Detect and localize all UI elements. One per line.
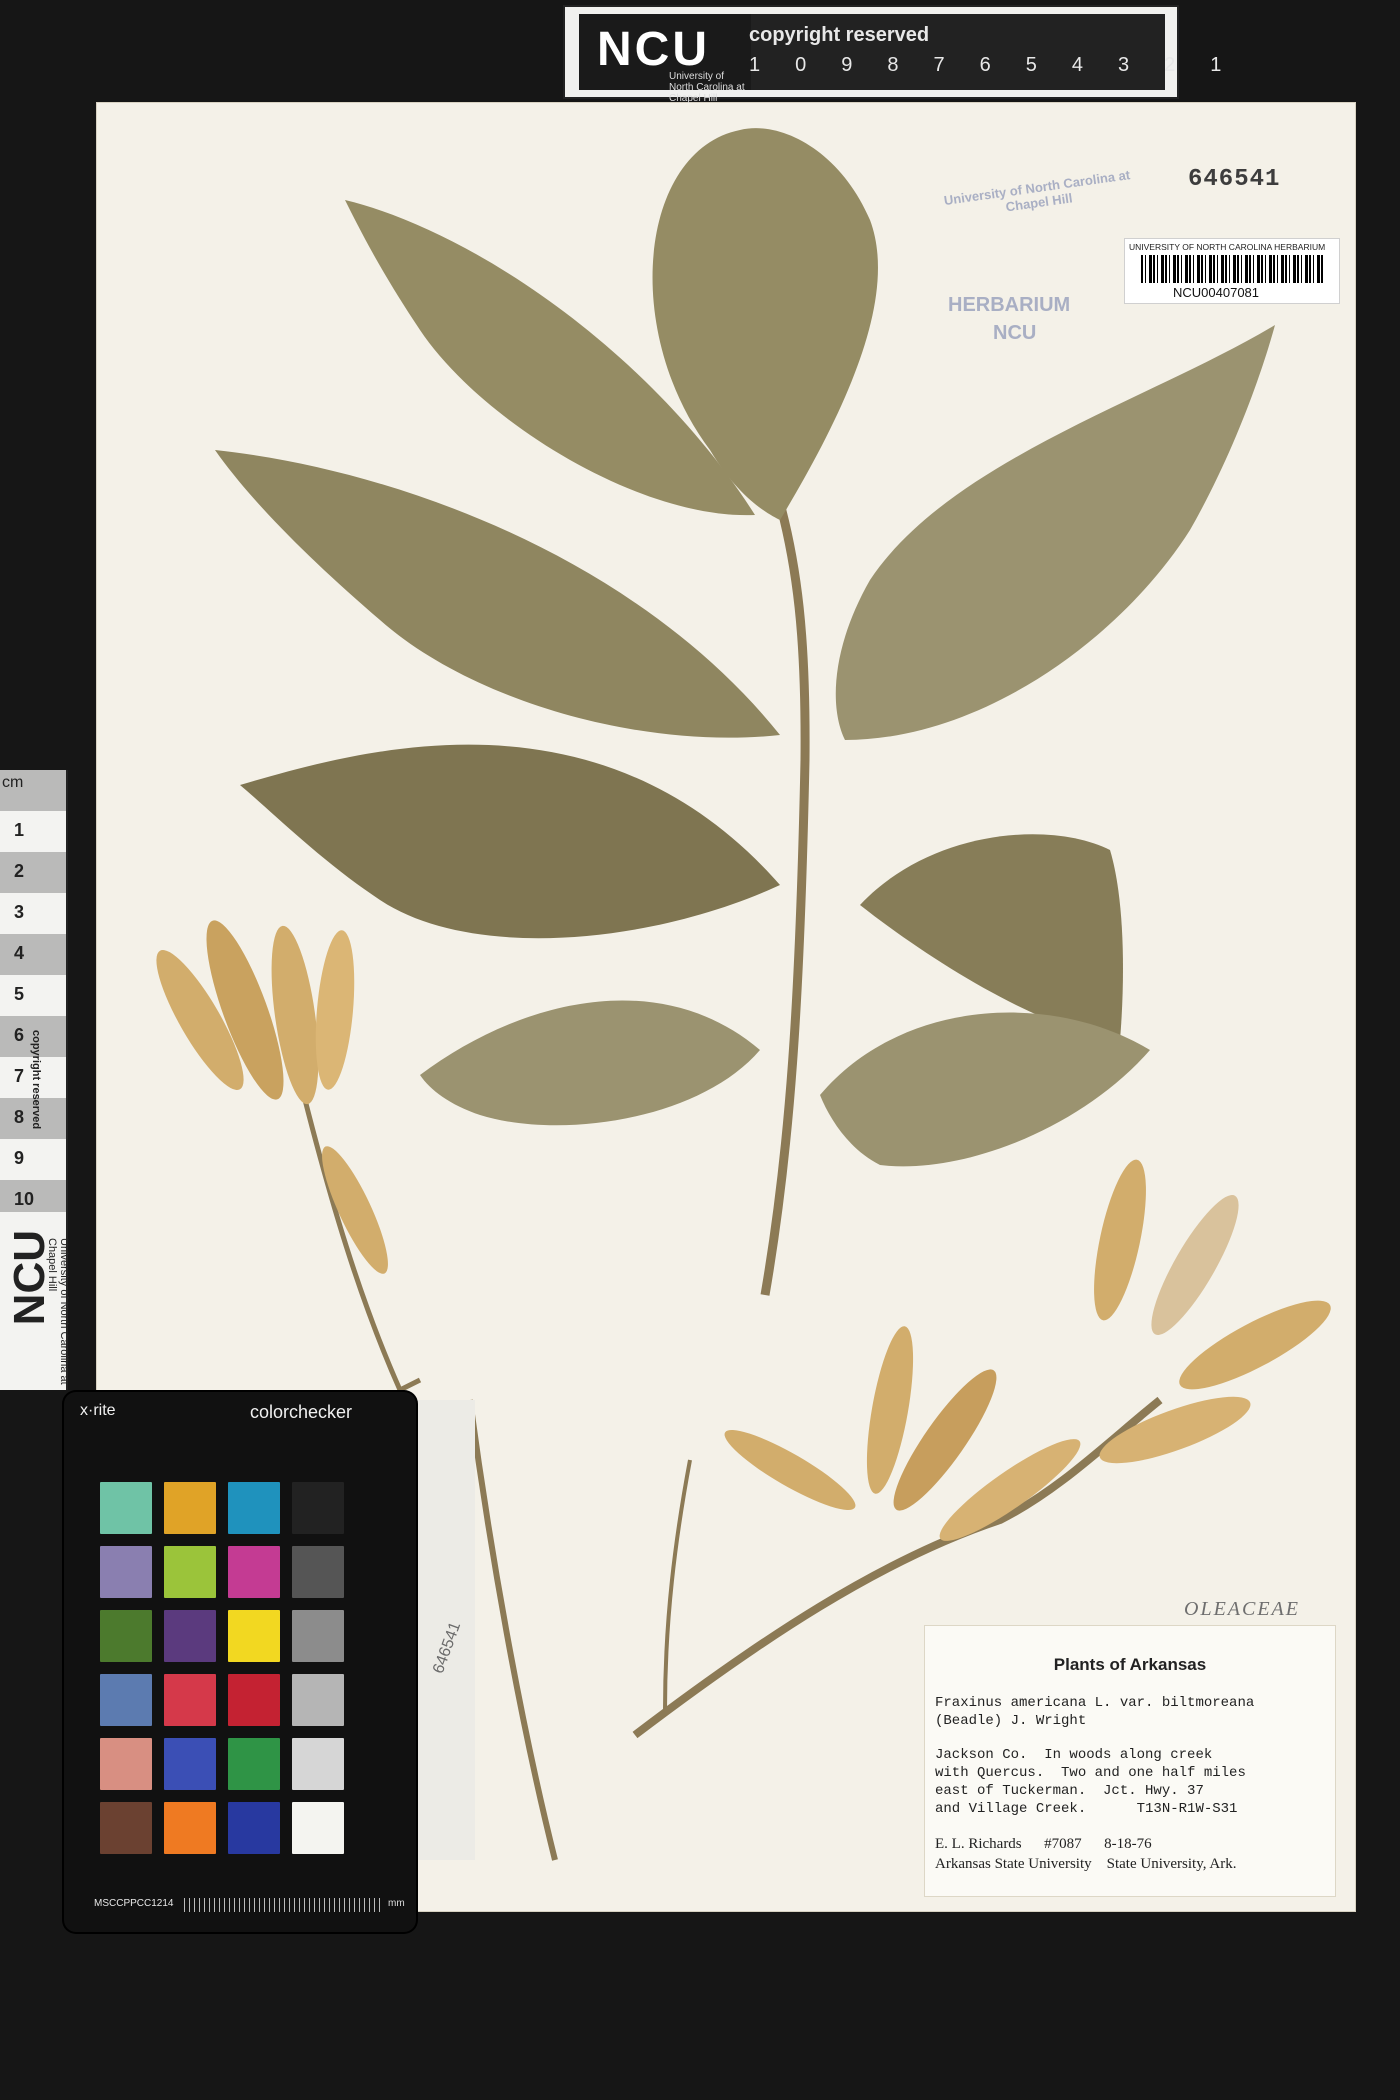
samara — [1094, 1159, 1146, 1321]
leaflet-lower-left-small — [420, 1000, 760, 1126]
stamp-ncu: NCU — [993, 322, 1037, 344]
samara-stem-lower — [467, 1399, 558, 1861]
color-patch — [100, 1546, 152, 1598]
label-locality-line: with Quercus. Two and one half miles — [935, 1765, 1246, 1781]
color-patch — [164, 1802, 216, 1854]
leaflet-mid-right — [860, 834, 1123, 1040]
leaflet-lower-left — [240, 744, 780, 939]
color-checker-ruler — [184, 1898, 384, 1912]
color-patch — [228, 1610, 280, 1662]
herbarium-specimen-photo: NCU University of North Carolina at Chap… — [0, 0, 1400, 2100]
stamp-herbarium: HERBARIUM — [948, 294, 1071, 316]
family-annotation: OLEACEAE — [1184, 1598, 1300, 1620]
color-patch — [100, 1482, 152, 1534]
herbarium-stamp: University of North Carolina at Chapel H… — [918, 167, 1148, 360]
samara — [1099, 1396, 1251, 1464]
color-patch — [292, 1610, 344, 1662]
label-collector-line: E. L. Richards #7087 8-18-76 — [935, 1836, 1152, 1852]
color-checker-code: MSCCPPCC1214 — [94, 1898, 174, 1909]
accession-number: 646541 — [1188, 166, 1281, 193]
color-checker-title: colorchecker — [250, 1402, 353, 1422]
color-patch — [228, 1802, 280, 1854]
barcode-header: UNIVERSITY OF NORTH CAROLINA HERBARIUM — [1129, 242, 1326, 252]
collection-label: Plants of Arkansas Fraxinus americana L.… — [924, 1625, 1336, 1897]
color-patch — [100, 1738, 152, 1790]
label-locality-line: Jackson Co. In woods along creek — [935, 1747, 1213, 1763]
color-patch — [292, 1738, 344, 1790]
color-patch — [164, 1738, 216, 1790]
color-patch — [228, 1674, 280, 1726]
leaflet-lower-right — [820, 1012, 1150, 1167]
color-patch — [292, 1482, 344, 1534]
color-patch — [164, 1610, 216, 1662]
samara-branch — [663, 1459, 692, 1711]
barcode-number: NCU00407081 — [1173, 285, 1260, 300]
color-checker-grid — [94, 1476, 370, 1861]
label-locality-line: and Village Creek. T13N-R1W-S31 — [935, 1801, 1238, 1817]
barcode-label: UNIVERSITY OF NORTH CAROLINA HERBARIUM N… — [1124, 238, 1340, 304]
color-patch — [228, 1482, 280, 1534]
color-patch — [100, 1674, 152, 1726]
color-patch — [292, 1674, 344, 1726]
color-patch — [164, 1546, 216, 1598]
label-institution-line: Arkansas State University State Universi… — [935, 1856, 1237, 1872]
color-patch — [292, 1546, 344, 1598]
color-patch — [100, 1802, 152, 1854]
color-patch — [228, 1546, 280, 1598]
samara — [724, 1430, 856, 1510]
label-title: Plants of Arkansas — [1053, 1655, 1207, 1674]
color-checker-unit: mm — [388, 1898, 405, 1909]
color-patch — [164, 1482, 216, 1534]
label-taxon-line: (Beadle) J. Wright — [935, 1713, 1087, 1729]
color-checker-card: x·rite colorchecker MSCCPPCC1214 mm — [64, 1392, 416, 1932]
label-locality-line: east of Tuckerman. Jct. Hwy. 37 — [935, 1783, 1204, 1799]
label-taxon-line: Fraxinus americana L. var. biltmoreana — [935, 1695, 1255, 1711]
samara — [1151, 1195, 1239, 1335]
samara — [322, 1146, 388, 1274]
barcode — [1141, 255, 1323, 283]
color-patch — [228, 1738, 280, 1790]
samara — [1179, 1300, 1331, 1390]
color-patch — [100, 1610, 152, 1662]
color-checker-brand: x·rite — [80, 1402, 116, 1419]
leaflet-upper-right — [835, 325, 1275, 740]
color-patch — [292, 1802, 344, 1854]
stamp-arc-text: University of North Carolina at Chapel H… — [942, 167, 1131, 215]
color-patch — [164, 1674, 216, 1726]
